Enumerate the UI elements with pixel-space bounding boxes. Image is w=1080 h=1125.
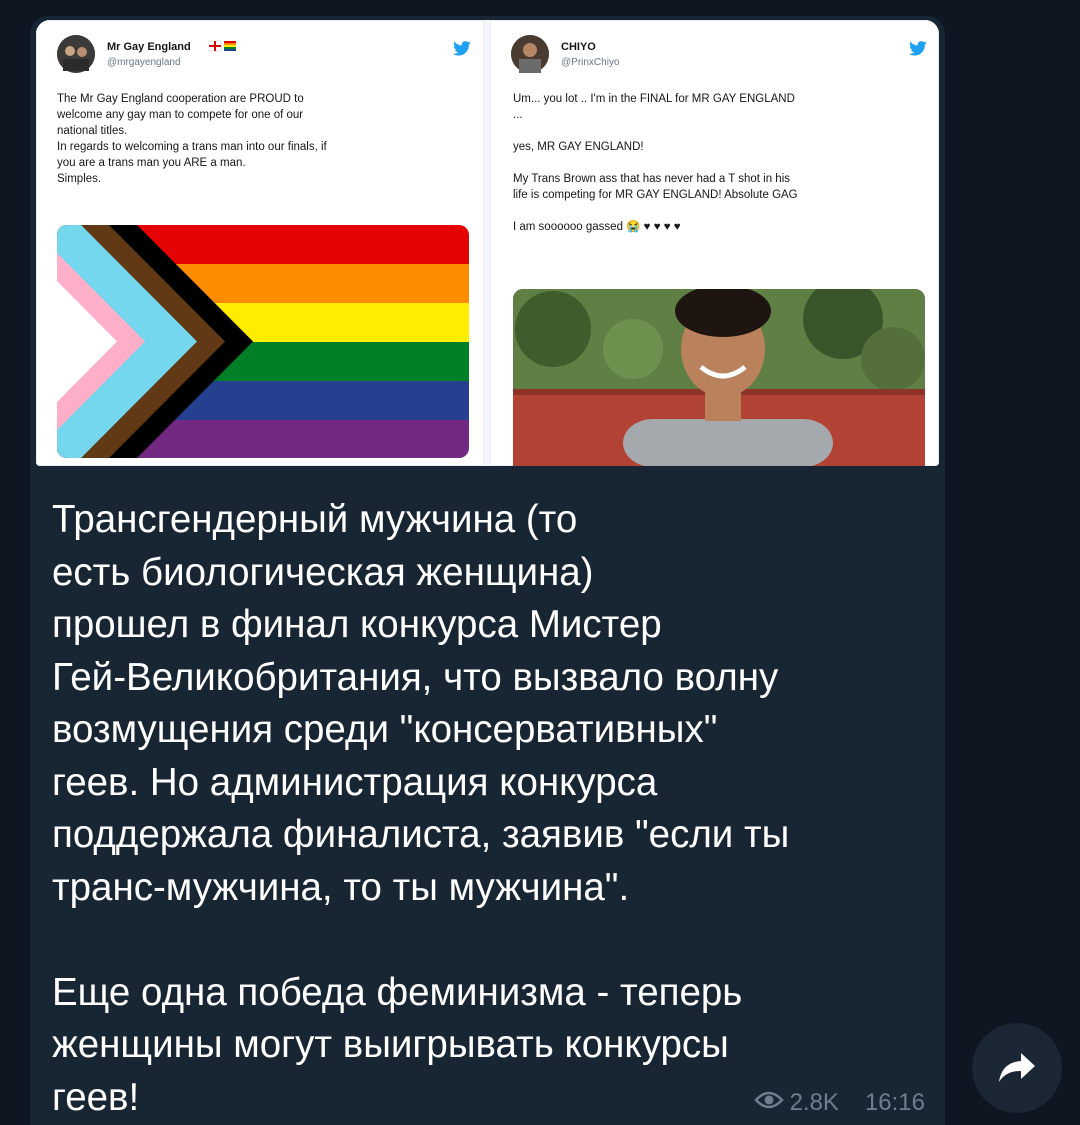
message-meta: 2.8K 16:16 (753, 1089, 925, 1117)
message-bubble: Mr Gay England @mrgayengland The Mr Gay … (30, 16, 945, 1125)
share-arrow-icon (997, 1049, 1037, 1090)
share-button[interactable] (972, 1023, 1062, 1113)
avatar (511, 35, 549, 73)
tweet-author-name: Mr Gay England (107, 41, 191, 53)
message-text: Трансгендерный мужчина (то есть биологич… (52, 498, 790, 1119)
tweet-author-name: CHIYO (561, 41, 596, 53)
view-count: 2.8K (789, 1089, 839, 1116)
tweet-card-chiyo: CHIYO @PrinxChiyo Um... you lot .. I'm i… (490, 20, 939, 466)
tweet-text: Um... you lot .. I'm in the FINAL for MR… (513, 93, 798, 233)
tweet-card-mr-gay-england: Mr Gay England @mrgayengland The Mr Gay … (36, 20, 484, 466)
twitter-bird-icon (453, 41, 471, 61)
progress-pride-flag-image (57, 225, 469, 458)
avatar (57, 35, 95, 73)
message-time: 16:16 (864, 1089, 925, 1116)
tweet-screenshots-image[interactable]: Mr Gay England @mrgayengland The Mr Gay … (36, 20, 939, 466)
selfie-photo-image (513, 289, 925, 466)
eye-icon (753, 1089, 784, 1117)
tweet-text: The Mr Gay England cooperation are PROUD… (57, 93, 327, 185)
tweet-author-handle: @PrinxChiyo (561, 57, 620, 68)
flag-emoji-icon (208, 40, 239, 55)
tweet-author-handle: @mrgayengland (107, 57, 181, 68)
twitter-bird-icon (909, 41, 927, 61)
